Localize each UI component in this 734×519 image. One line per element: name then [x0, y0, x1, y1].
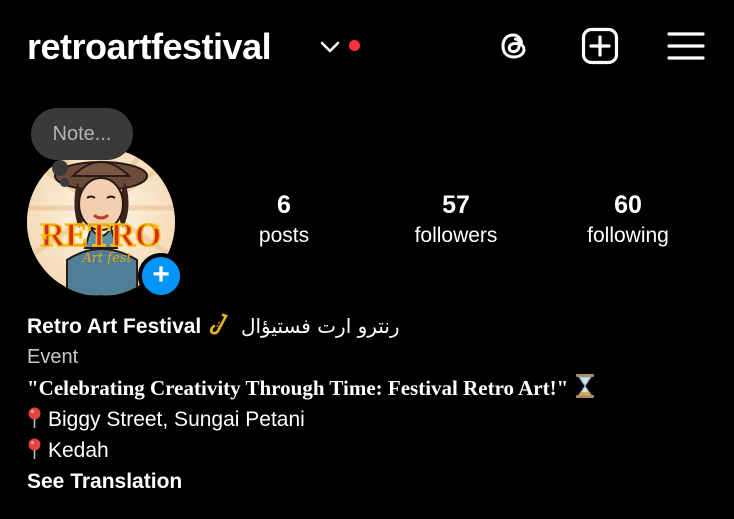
- profile-header: retroartfestival: [0, 0, 734, 96]
- see-translation-link[interactable]: See Translation: [27, 466, 717, 497]
- display-name: Retro Art Festival: [27, 315, 202, 338]
- plus-icon: +: [152, 257, 170, 291]
- svg-text:★: ★: [39, 229, 50, 243]
- profile-avatar[interactable]: RETRO Art fest ★ ★ +: [27, 148, 184, 299]
- location-line-2: Kedah: [27, 435, 717, 466]
- note-placeholder: Note...: [52, 122, 112, 145]
- note-bubble[interactable]: Note...: [31, 108, 133, 160]
- stat-label: following: [587, 224, 669, 247]
- bio-quote: "Celebrating Creativity Through Time: Fe…: [27, 376, 569, 400]
- location-pin-icon: [28, 407, 41, 428]
- menu-icon[interactable]: [666, 26, 706, 66]
- bio-quote-line: "Celebrating Creativity Through Time: Fe…: [27, 373, 717, 404]
- stat-label: followers: [414, 224, 498, 247]
- hourglass-icon: [574, 373, 596, 408]
- display-name-arabic: رنترو ارت فستيؤال: [240, 314, 400, 338]
- location-text: Biggy Street, Sungai Petani: [48, 408, 305, 431]
- stat-value: 6: [277, 191, 291, 219]
- stat-followers[interactable]: 57 followers: [386, 190, 526, 250]
- profile-bio: Retro Art Festival رنترو ارت فستيؤال Eve…: [27, 311, 717, 497]
- chevron-down-icon[interactable]: [319, 38, 341, 56]
- username-switcher[interactable]: retroartfestival: [27, 26, 272, 68]
- add-story-button[interactable]: +: [138, 253, 184, 299]
- display-name-line: Retro Art Festival رنترو ارت فستيؤال: [27, 311, 717, 342]
- logo-text-main: RETRO: [41, 217, 162, 254]
- svg-text:★: ★: [151, 221, 161, 233]
- stat-following[interactable]: 60 following: [558, 190, 698, 250]
- notification-dot: [349, 40, 360, 51]
- stat-label: posts: [258, 224, 310, 247]
- note-tail-dot: [52, 160, 68, 176]
- stat-value: 60: [614, 191, 642, 219]
- category-label: Event: [27, 346, 79, 368]
- note-tail-dot: [60, 178, 69, 187]
- threads-icon[interactable]: [494, 26, 534, 66]
- location-line-1: Biggy Street, Sungai Petani: [27, 404, 717, 435]
- create-post-icon[interactable]: [580, 26, 620, 66]
- logo-text-sub: Art fest: [81, 251, 132, 266]
- saxophone-icon: [207, 313, 231, 346]
- location-pin-icon: [28, 438, 41, 459]
- stat-value: 57: [442, 191, 470, 219]
- location-text: Kedah: [48, 439, 109, 462]
- stat-posts[interactable]: 6 posts: [214, 190, 354, 250]
